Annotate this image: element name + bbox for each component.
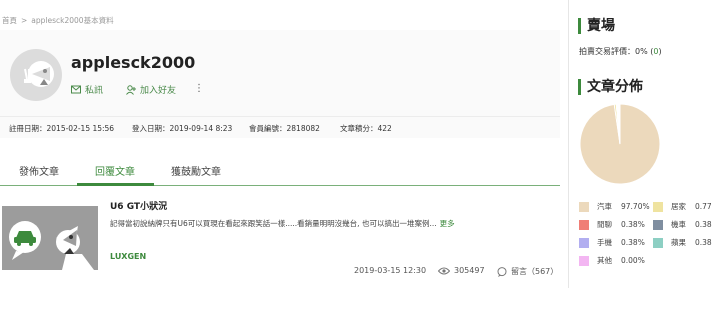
comments-count: 留言（567） xyxy=(511,267,559,276)
member-id: 會員編號：2818082 xyxy=(249,124,320,133)
default-avatar-icon xyxy=(24,61,54,87)
legend-label-3: 機車 xyxy=(671,220,686,229)
add-friend-label: 加入好友 xyxy=(140,86,177,96)
tab-reply-articles[interactable]: 回覆文章 xyxy=(95,163,135,178)
active-tab-indicator xyxy=(77,183,154,186)
breadcrumb-home[interactable]: 首頁 xyxy=(2,16,17,25)
article-excerpt-text: 記得當初說納牌只有U6可以買現在看起來跟笑話一樣.....看銷量明明沒幾台, 也… xyxy=(110,219,437,228)
main-column: 首頁 > applesck2000基本資料 applesck2000 私訊 加入好友… xyxy=(0,0,560,328)
message-label: 私訊 xyxy=(85,86,104,96)
sidebar: 賣場 拍賣交易評價：0% (0) 文章分佈 汽車 97.70% 居家 0.77 閒聊 0.… xyxy=(568,0,720,288)
legend-value-0: 97.70% xyxy=(621,202,650,211)
distribution-heading: 文章分佈 xyxy=(578,79,643,95)
auction-rating: 拍賣交易評價：0% (0) xyxy=(579,46,662,57)
breadcrumb: 首頁 > applesck2000基本資料 xyxy=(2,15,114,26)
legend-item-3: 機車 0.38 xyxy=(653,219,712,230)
message-button[interactable]: 私訊 xyxy=(71,83,103,96)
legend-item-1: 居家 0.77 xyxy=(653,201,712,212)
article-item: U6 GT小狀況 記得當初說納牌只有U6可以買現在看起來跟笑話一樣.....看銷… xyxy=(0,202,560,286)
more-options-button[interactable]: ⋮ xyxy=(194,83,204,94)
market-heading: 賣場 xyxy=(578,18,615,34)
legend-value-1: 0.77 xyxy=(695,202,712,211)
legend-label-0: 汽車 xyxy=(597,202,612,211)
legend-swatch-5 xyxy=(653,237,663,248)
read-more-link[interactable]: 更多 xyxy=(440,219,455,228)
legend-value-4: 0.38% xyxy=(621,238,645,247)
article-excerpt: 記得當初說納牌只有U6可以買現在看起來跟笑話一樣.....看銷量明明沒幾台, 也… xyxy=(110,218,455,229)
envelope-icon xyxy=(71,85,81,94)
article-distribution-pie-chart xyxy=(579,103,661,185)
article-views: 305497 xyxy=(438,266,485,275)
legend-label-1: 居家 xyxy=(671,202,686,211)
auction-rating-value: 0% xyxy=(635,47,648,56)
add-user-icon xyxy=(126,84,136,95)
legend-value-6: 0.00% xyxy=(621,256,645,265)
article-comments[interactable]: 留言（567） xyxy=(497,266,558,277)
legend-label-4: 手機 xyxy=(597,238,612,247)
legend-item-4: 手機 0.38% xyxy=(579,237,645,248)
profile-card: applesck2000 私訊 加入好友 ⋮ xyxy=(0,30,560,116)
legend-item-2: 閒聊 0.38% xyxy=(579,219,645,230)
legend-swatch-2 xyxy=(579,219,589,230)
legend-label-2: 閒聊 xyxy=(597,220,612,229)
legend-item-6: 其他 0.00% xyxy=(579,255,645,266)
article-tag[interactable]: LUXGEN xyxy=(110,252,146,261)
legend-swatch-6 xyxy=(579,255,589,266)
article-thumbnail[interactable] xyxy=(2,206,98,270)
breadcrumb-current: applesck2000基本資料 xyxy=(31,16,114,25)
username: applesck2000 xyxy=(71,53,196,72)
avatar xyxy=(10,49,62,101)
legend-swatch-3 xyxy=(653,219,663,230)
tab-posted-articles[interactable]: 發佈文章 xyxy=(19,163,59,178)
article-date: 2019-03-15 12:30 xyxy=(354,266,427,275)
legend-item-0: 汽車 97.70% xyxy=(579,201,650,212)
legend-item-5: 蘋果 0.38 xyxy=(653,237,712,248)
legend-swatch-1 xyxy=(653,201,663,212)
auction-rating-label: 拍賣交易評價： xyxy=(579,47,635,56)
eye-icon xyxy=(438,267,450,274)
chat-car-illustration xyxy=(9,221,94,270)
legend-value-2: 0.38% xyxy=(621,220,645,229)
views-count: 305497 xyxy=(454,266,485,275)
legend-label-6: 其他 xyxy=(597,256,612,265)
member-stats: 註冊日期：2015-02-15 15:56 登入日期：2019-09-14 8:… xyxy=(0,116,560,138)
tab-encouraged-articles[interactable]: 獲鼓勵文章 xyxy=(171,163,221,178)
add-friend-button[interactable]: 加入好友 xyxy=(126,83,176,96)
legend-label-5: 蘋果 xyxy=(671,238,686,247)
legend-value-5: 0.38 xyxy=(695,238,712,247)
breadcrumb-separator: > xyxy=(21,16,28,25)
comment-icon xyxy=(497,266,507,277)
article-points: 文章積分：422 xyxy=(340,124,392,133)
article-title[interactable]: U6 GT小狀況 xyxy=(110,199,167,212)
login-date: 登入日期：2019-09-14 8:23 xyxy=(132,124,233,133)
legend-swatch-0 xyxy=(579,201,589,212)
auction-count-close: ) xyxy=(658,47,662,56)
legend-swatch-4 xyxy=(579,237,589,248)
legend-value-3: 0.38 xyxy=(695,220,712,229)
article-tabs: 發佈文章 回覆文章 獲鼓勵文章 xyxy=(0,154,560,186)
register-date: 註冊日期：2015-02-15 15:56 xyxy=(9,124,115,133)
